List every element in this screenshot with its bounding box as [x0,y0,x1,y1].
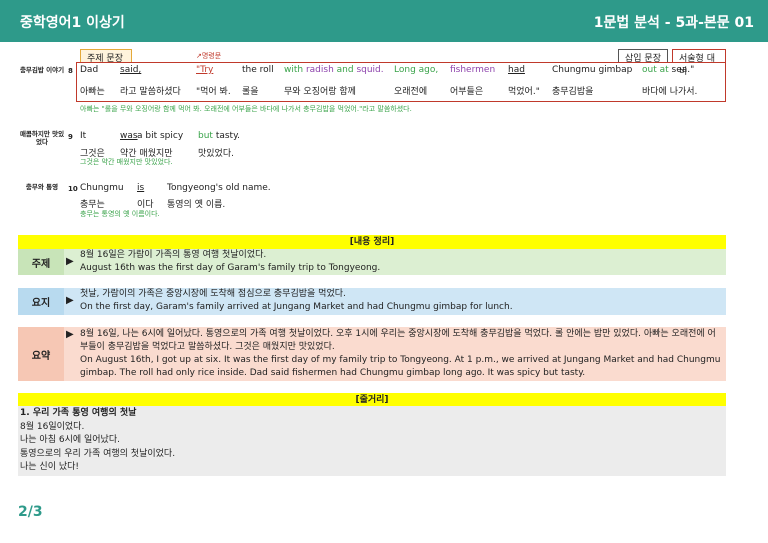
s8-en-7: had [508,65,525,75]
header-bar: 중학영어1 이상기 1문법 분석 - 5과-본문 01 [0,0,768,42]
s8-en-5: Long ago, [394,65,439,75]
inserted-sentence-label: 삽입 문장 [618,49,668,64]
s9-translation: 그것은 약간 매웠지만 맛있었다. [80,158,173,166]
sentence-8-side-label: 충무김밥 이야기 [19,66,65,74]
triangle-right-icon: ▶ [66,329,74,340]
point-tag: 요지 [18,288,64,315]
theme-en: August 16th was the first day of Garam's… [80,263,381,273]
s9-en-0: It [80,131,87,141]
theme-tag: 주제 [18,249,64,275]
s8-en-8: Chungmu gimbap [552,65,633,75]
s8-ko-2: "먹어 봐. [196,87,231,97]
lesson-title: 1문법 분석 - 5과-본문 01 [593,15,754,31]
s8-ko-7: 먹었어." [508,87,540,97]
s8-en-4: with radish and squid. [284,65,384,75]
book-title: 중학영어1 이상기 [20,15,125,31]
plot-title: [줄거리] [18,393,726,407]
plot-line: 나는 아침 6시에 일어났다. [20,435,120,445]
theme-sentence-label: 주제 문장 [80,49,132,64]
sentence-8-number: 8 [68,67,73,75]
s8-en-0: Dad [80,65,99,75]
plot-line: 8월 16일이었다. [20,421,85,432]
plot-box: 1. 우리 가족 통영 여행의 첫날 8월 16일이었다. 나는 아침 6시에 … [18,406,726,476]
s8-ko-9: 바다에 나가서. [642,87,698,97]
s8-ko-5: 오래전에 [394,87,428,97]
sentence-9-number: 9 [68,133,73,141]
s8-en-3: the roll [242,65,274,75]
s8-en-1: said, [120,65,142,75]
s8-ko-1: 라고 말씀하셨다 [120,87,181,97]
point-ko: 첫날, 가람이의 가족은 중앙시장에 도착해 점심으로 충무김밥을 먹었다. [80,289,346,299]
triangle-right-icon: ▶ [66,256,74,267]
plot-line: 나는 신이 났다! [20,462,80,472]
s8-ko-8: 충무김밥을 [552,87,594,97]
point-en: On the first day, Garam's family arrived… [80,302,513,312]
plot-heading: 1. 우리 가족 통영 여행의 첫날 [20,408,137,418]
theme-row: 주제 ▶ 8월 16일은 가람이 가족의 통영 여행 첫날이었다. August… [18,249,726,275]
sentence-10-side-label: 충무와 통영 [25,183,59,191]
s8-ko-3: 롤을 [242,87,259,97]
s9-en-3: but tasty. [198,131,240,141]
sentence-10-number: 10 [68,185,78,193]
summary-ko: 8월 16일, 나는 6시에 일어났다. 통영으로의 가족 여행 첫날이었다. … [80,329,716,352]
point-row: 요지 ▶ 첫날, 가람이의 가족은 중앙시장에 도착해 점심으로 충무김밥을 먹… [18,288,726,315]
s10-en-0: Chungmu [80,183,124,193]
triangle-right-icon: ▶ [66,295,74,306]
s8-en-6: fishermen [450,65,496,75]
sentence-9-side-label: 매콤하지만 맛있었다 [19,130,65,147]
s10-translation: 충무는 통영의 옛 이름이다. [80,210,160,218]
s9-en-2: a bit spicy [137,131,184,141]
page-number: 2/3 [18,504,43,520]
theme-ko: 8월 16일은 가람이 가족의 통영 여행 첫날이었다. [80,250,267,260]
summary-tag: 요약 [18,327,64,381]
imperative-label: ↗명령문 [196,52,222,60]
s10-en-2: Tongyeong's old name. [167,183,271,193]
s8-en-2: "Try [196,65,214,75]
summary-title: [내용 정리] [18,235,726,249]
s9-ko-2: 맛있었다. [198,149,234,159]
s10-ko-2: 통영의 옛 이름. [167,200,226,210]
plot-line: 통영으로의 우리 가족 여행의 첫날이었다. [20,448,176,459]
s8-ko-0: 아빠는 [80,87,105,97]
s8-translation: 아빠는 "롤을 무와 오징어랑 함께 먹어 봐. 오래전에 어부들은 바다에 나… [80,105,412,113]
s8-en-9: out at sea." [642,65,695,75]
writing-prep-label: 서술형 대비 [672,49,726,77]
s8-ko-6: 어부들은 [450,87,484,97]
s8-ko-4: 무와 오징어랑 함께 [284,87,356,97]
s10-en-1: is [137,183,145,193]
s9-en-1: was [120,131,138,141]
summary-en: On August 16th, I got up at six. It was … [80,355,721,378]
summary-row: 요약 ▶ 8월 16일, 나는 6시에 일어났다. 통영으로의 가족 여행 첫날… [18,327,726,381]
